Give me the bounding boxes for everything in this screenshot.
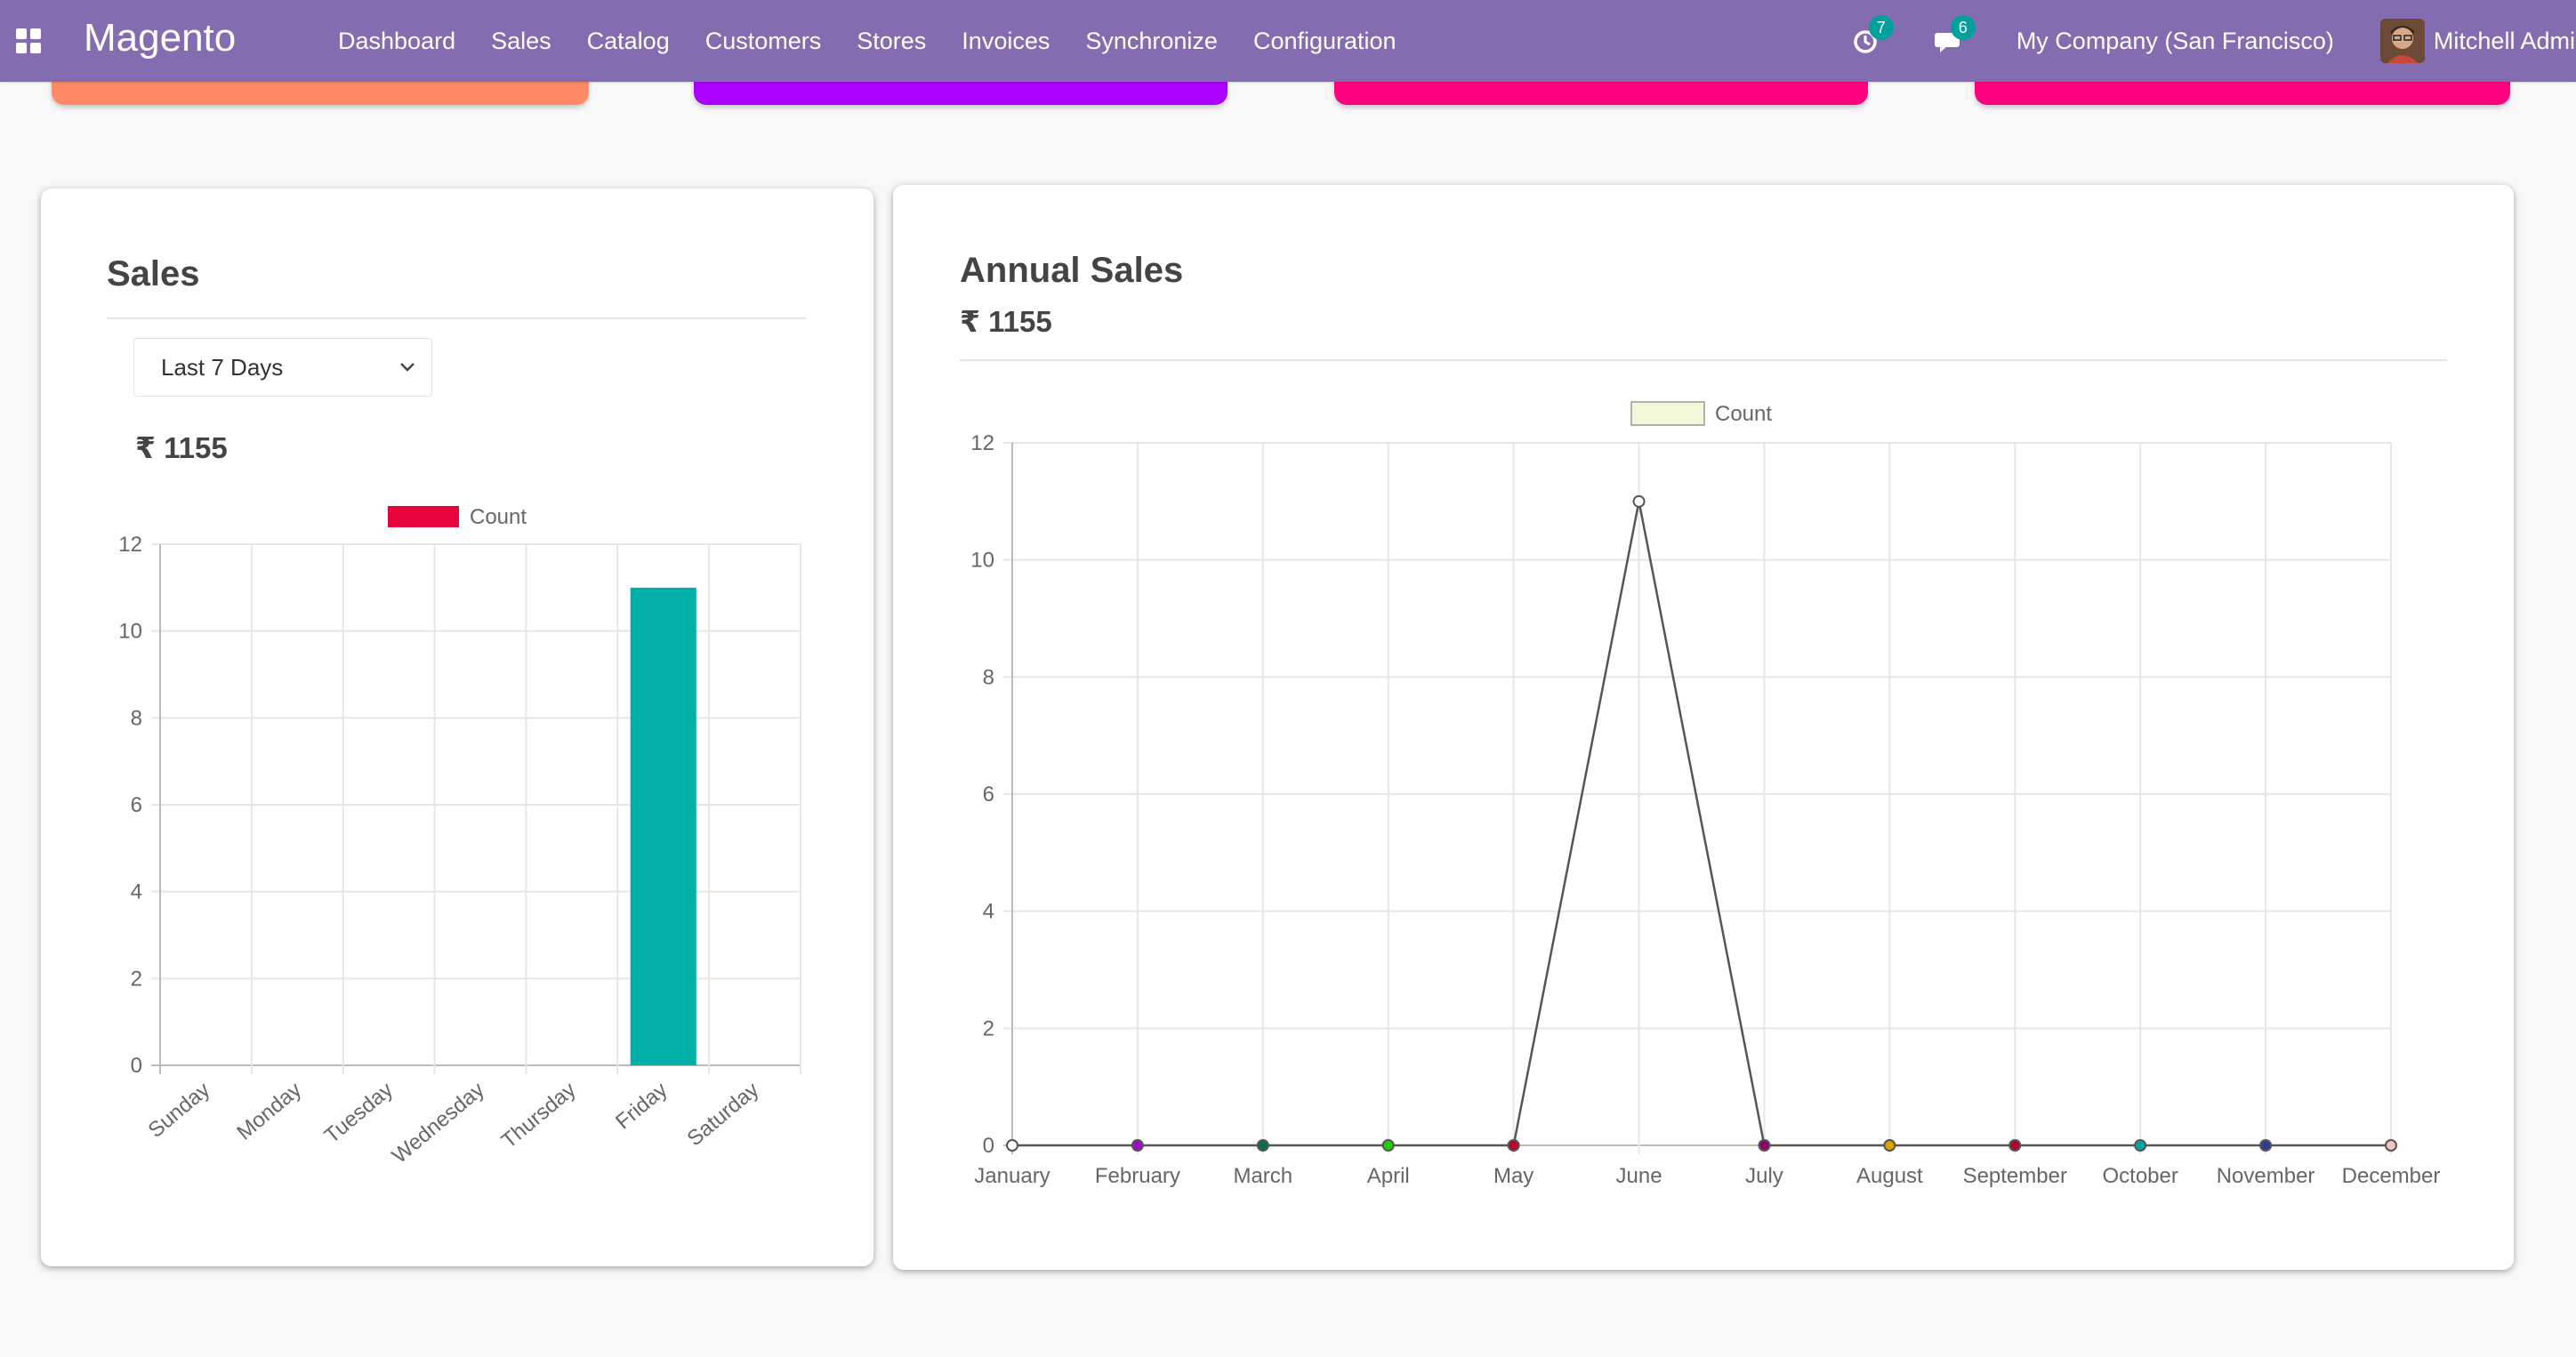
x-tick-label: Saturday	[682, 1078, 763, 1151]
y-tick-label: 12	[118, 533, 142, 557]
x-tick-label: September	[1963, 1164, 2067, 1188]
x-tick-label: Friday	[611, 1078, 672, 1135]
bar	[630, 587, 696, 1065]
systray: 7 6 My Company (San Francisco) Mitchell …	[1853, 0, 2576, 82]
x-tick-label: June	[1616, 1164, 1662, 1188]
y-tick-label: 12	[970, 431, 994, 455]
y-tick-label: 2	[983, 1016, 994, 1040]
menu-invoices[interactable]: Invoices	[962, 28, 1050, 55]
x-tick-label: July	[1745, 1164, 1783, 1188]
x-tick-label: November	[2217, 1164, 2315, 1188]
data-point	[2385, 1139, 2397, 1152]
y-tick-label: 10	[970, 549, 994, 573]
legend-swatch	[1630, 401, 1705, 426]
x-tick-label: March	[1233, 1164, 1292, 1188]
x-tick-label: April	[1367, 1164, 1410, 1188]
y-tick-label: 2	[131, 967, 142, 991]
data-point	[1381, 1139, 1395, 1152]
data-point	[1256, 1139, 1269, 1152]
x-tick-label: Sunday	[144, 1078, 215, 1143]
x-tick-label: January	[974, 1164, 1050, 1188]
y-tick-label: 8	[131, 706, 142, 730]
data-point	[1883, 1139, 1896, 1152]
menu-customers[interactable]: Customers	[705, 28, 822, 55]
activity-icon[interactable]: 7	[1853, 15, 1894, 56]
top-navbar: Magento Dashboard Sales Catalog Customer…	[0, 0, 2576, 82]
data-point	[1507, 1139, 1520, 1152]
legend-label: Count	[1715, 402, 1772, 426]
x-tick-label: August	[1856, 1164, 1923, 1188]
x-tick-label: October	[2102, 1164, 2178, 1188]
menu-dashboard[interactable]: Dashboard	[338, 28, 455, 55]
data-point	[1006, 1139, 1018, 1152]
data-point	[1632, 494, 1646, 508]
annual-sales-panel: Annual Sales ₹ 1155 Count 0 2 4 6 8 10 12 Januar…	[893, 185, 2514, 1270]
series-line	[1012, 501, 2391, 1147]
data-point	[2259, 1139, 2273, 1152]
y-tick-label: 4	[131, 880, 142, 904]
messages-badge: 6	[1950, 15, 1976, 40]
app-brand[interactable]: Magento	[84, 16, 236, 60]
apps-menu-icon[interactable]	[16, 28, 41, 53]
menu-stores[interactable]: Stores	[857, 28, 926, 55]
sales-bar-chart: Count 0 2 4 6 8 10 12 Sunday Monday TuesdayWednesd…	[118, 505, 801, 1168]
menu-synchronize[interactable]: Synchronize	[1085, 28, 1218, 55]
menu-configuration[interactable]: Configuration	[1253, 28, 1397, 55]
data-point	[1131, 1139, 1144, 1152]
data-point	[2008, 1139, 2022, 1152]
x-tick-label: Thursday	[497, 1078, 581, 1153]
y-tick-label: 10	[118, 620, 142, 644]
main-menu: Dashboard Sales Catalog Customers Stores…	[338, 0, 1432, 82]
x-tick-label: December	[2342, 1164, 2441, 1188]
activity-badge: 7	[1868, 15, 1894, 40]
y-tick-label: 4	[983, 900, 994, 924]
sales-panel: Sales Last 7 Days ₹ 1155 Count 0 2 4 6 8 10 12 S…	[41, 189, 873, 1266]
annual-line-chart: Count 0 2 4 6 8 10 12 January February March April M…	[970, 401, 2441, 1188]
y-tick-label: 8	[983, 665, 994, 689]
y-tick-label: 0	[131, 1054, 142, 1078]
x-tick-label: Tuesday	[320, 1078, 398, 1148]
x-tick-label: Wednesday	[388, 1078, 489, 1168]
legend-label: Count	[470, 505, 527, 529]
x-tick-label: February	[1095, 1164, 1180, 1188]
y-tick-label: 6	[131, 793, 142, 817]
y-tick-label: 0	[983, 1134, 994, 1158]
data-point	[1758, 1139, 1771, 1152]
menu-sales[interactable]: Sales	[491, 28, 551, 55]
messages-icon[interactable]: 6	[1934, 15, 1976, 56]
menu-catalog[interactable]: Catalog	[587, 28, 670, 55]
user-name[interactable]: Mitchell Admin	[2434, 28, 2576, 55]
user-avatar[interactable]	[2379, 19, 2425, 63]
company-switcher[interactable]: My Company (San Francisco)	[2017, 28, 2334, 55]
x-tick-label: Monday	[232, 1078, 306, 1145]
data-point	[2134, 1139, 2147, 1152]
x-tick-label: May	[1493, 1164, 1534, 1188]
y-tick-label: 6	[983, 783, 994, 807]
legend-swatch	[388, 506, 459, 527]
